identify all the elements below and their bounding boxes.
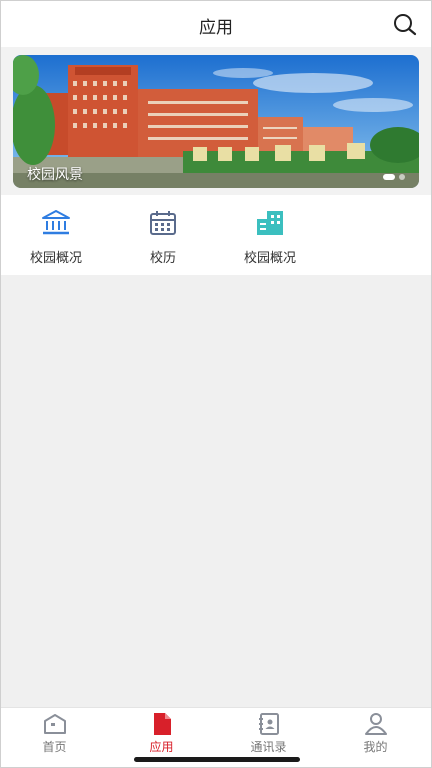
tab-label: 通讯录 bbox=[250, 740, 287, 754]
app-label: 校历 bbox=[149, 251, 176, 266]
document-icon bbox=[149, 712, 175, 736]
app-campus-overview[interactable]: 校园概况 bbox=[6, 209, 106, 266]
page-title: 应用 bbox=[199, 18, 233, 38]
calendar-icon bbox=[148, 209, 178, 237]
pagination-dot[interactable] bbox=[399, 174, 405, 180]
banner-caption: 校园风景 bbox=[27, 167, 83, 183]
tab-label: 我的 bbox=[363, 740, 388, 754]
banner-section: 校园风景 bbox=[1, 47, 431, 195]
tab-label: 首页 bbox=[42, 740, 67, 754]
tab-profile[interactable]: 我的 bbox=[322, 712, 429, 755]
person-icon bbox=[363, 712, 389, 736]
tab-contacts[interactable]: 通讯录 bbox=[215, 712, 322, 755]
app-label: 校园概况 bbox=[29, 251, 82, 266]
top-bar: 应用 bbox=[1, 1, 431, 47]
campus-banner[interactable]: 校园风景 bbox=[13, 55, 419, 188]
search-icon[interactable] bbox=[393, 13, 417, 37]
bank-icon bbox=[41, 209, 71, 237]
app-school-calendar[interactable]: 校历 bbox=[113, 209, 213, 266]
app-campus-overview-2[interactable]: 校园概况 bbox=[220, 209, 320, 266]
app-label: 校园概况 bbox=[243, 251, 296, 266]
tab-home[interactable]: 首页 bbox=[1, 712, 108, 755]
pagination-dot-active[interactable] bbox=[383, 174, 395, 180]
app-screen: 应用 校园风景 校园概况 校历 校园概况 首页 应用 通讯录 我的 bbox=[0, 0, 432, 768]
home-indicator bbox=[134, 757, 300, 762]
contacts-icon bbox=[256, 712, 282, 736]
tab-label: 应用 bbox=[149, 740, 174, 754]
app-grid: 校园概况 校历 校园概况 bbox=[1, 195, 431, 275]
banner-pagination bbox=[383, 174, 405, 180]
building-icon bbox=[255, 209, 285, 237]
home-icon bbox=[42, 712, 68, 736]
tab-apps[interactable]: 应用 bbox=[108, 712, 215, 755]
